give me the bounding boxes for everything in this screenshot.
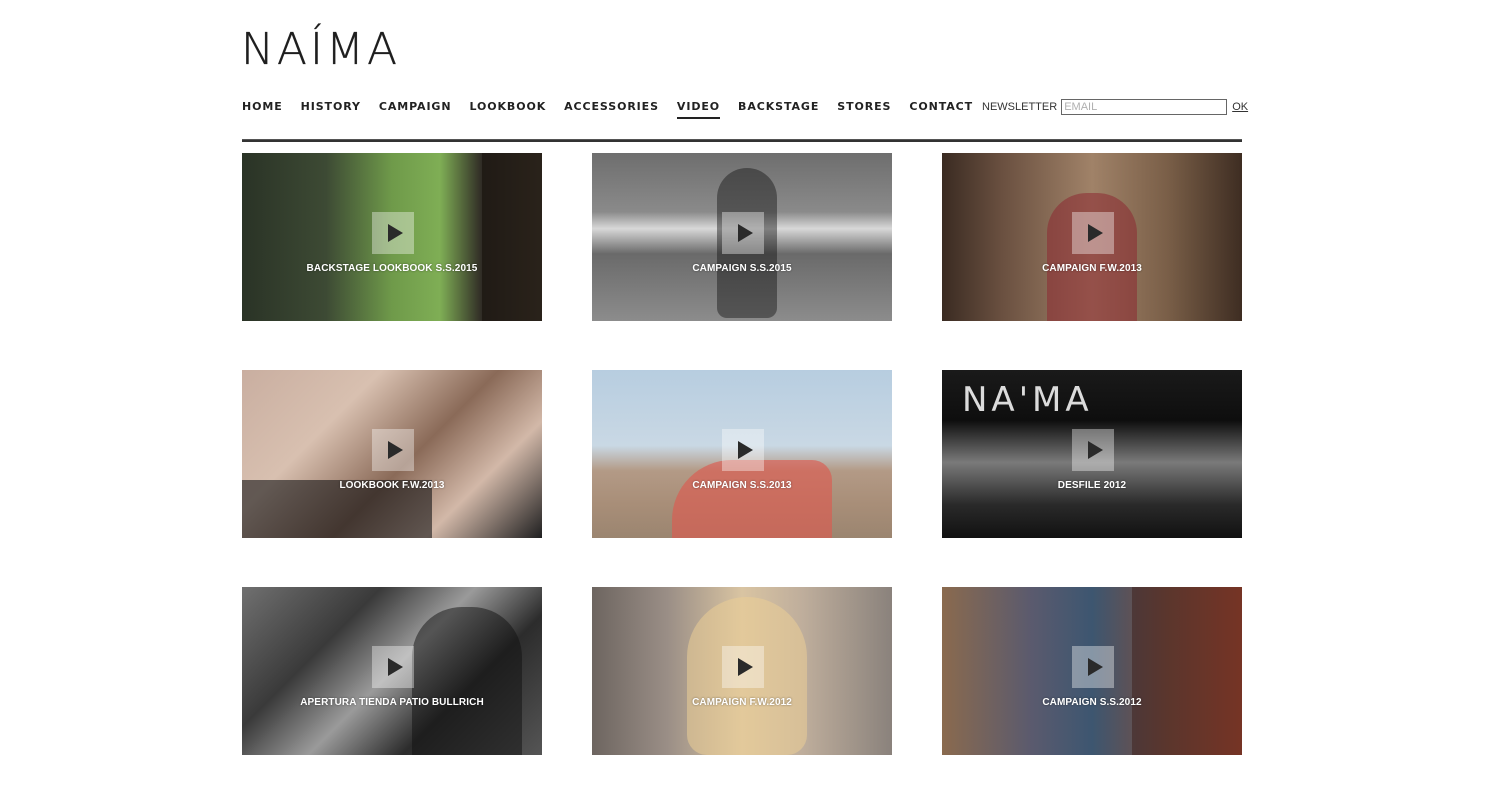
video-tile[interactable]: CAMPAIGN F.W.2013 xyxy=(942,153,1242,321)
play-icon[interactable] xyxy=(1072,429,1114,471)
video-title: BACKSTAGE LOOKBOOK S.S.2015 xyxy=(306,263,478,274)
video-title: CAMPAIGN F.W.2013 xyxy=(1042,263,1142,274)
video-tile[interactable]: CAMPAIGN F.W.2012 xyxy=(592,587,892,755)
newsletter-submit-button[interactable]: OK xyxy=(1232,101,1248,113)
video-tile[interactable]: CAMPAIGN S.S.2015 xyxy=(592,153,892,321)
video-title: CAMPAIGN S.S.2015 xyxy=(692,263,792,274)
main-nav: HOME HISTORY CAMPAIGN LOOKBOOK ACCESSORI… xyxy=(242,100,991,119)
nav-item-video[interactable]: VIDEO xyxy=(676,100,721,119)
video-tile[interactable]: CAMPAIGN S.S.2013 xyxy=(592,370,892,538)
video-tile[interactable]: APERTURA TIENDA PATIO BULLRICH xyxy=(242,587,542,755)
nav-item-stores[interactable]: STORES xyxy=(837,100,891,119)
video-title: APERTURA TIENDA PATIO BULLRICH xyxy=(300,697,484,708)
play-icon[interactable] xyxy=(372,646,414,688)
video-tile[interactable]: CAMPAIGN S.S.2012 xyxy=(942,587,1242,755)
video-tile[interactable]: LOOKBOOK F.W.2013 xyxy=(242,370,542,538)
video-title: CAMPAIGN S.S.2012 xyxy=(1042,697,1142,708)
play-icon[interactable] xyxy=(1072,212,1114,254)
nav-item-contact[interactable]: CONTACT xyxy=(909,100,973,119)
video-title: CAMPAIGN F.W.2012 xyxy=(692,697,792,708)
brand-logo[interactable]: NAÍMA xyxy=(241,27,400,72)
thumbnail-logo-text: NA'MA xyxy=(962,380,1093,420)
nav-item-lookbook[interactable]: LOOKBOOK xyxy=(469,100,546,119)
nav-item-home[interactable]: HOME xyxy=(242,100,283,119)
play-icon[interactable] xyxy=(372,429,414,471)
video-title: CAMPAIGN S.S.2013 xyxy=(692,480,792,491)
video-tile[interactable]: NA'MA DESFILE 2012 xyxy=(942,370,1242,538)
video-grid: BACKSTAGE LOOKBOOK S.S.2015 CAMPAIGN S.S… xyxy=(242,153,1242,755)
play-icon[interactable] xyxy=(722,212,764,254)
play-icon[interactable] xyxy=(722,429,764,471)
video-title: LOOKBOOK F.W.2013 xyxy=(339,480,445,491)
newsletter-email-input[interactable] xyxy=(1061,99,1228,115)
video-tile[interactable]: BACKSTAGE LOOKBOOK S.S.2015 xyxy=(242,153,542,321)
nav-item-backstage[interactable]: BACKSTAGE xyxy=(738,100,819,119)
nav-item-history[interactable]: HISTORY xyxy=(301,100,361,119)
nav-item-accessories[interactable]: ACCESSORIES xyxy=(564,100,659,119)
play-icon[interactable] xyxy=(372,212,414,254)
video-title: DESFILE 2012 xyxy=(1057,480,1127,491)
newsletter-form: NEWSLETTER OK xyxy=(982,99,1248,115)
nav-item-campaign[interactable]: CAMPAIGN xyxy=(379,100,452,119)
play-icon[interactable] xyxy=(722,646,764,688)
header-divider xyxy=(242,139,1242,142)
play-icon[interactable] xyxy=(1072,646,1114,688)
page: NAÍMA HOME HISTORY CAMPAIGN LOOKBOOK ACC… xyxy=(0,0,1500,800)
newsletter-label: NEWSLETTER xyxy=(982,101,1058,113)
